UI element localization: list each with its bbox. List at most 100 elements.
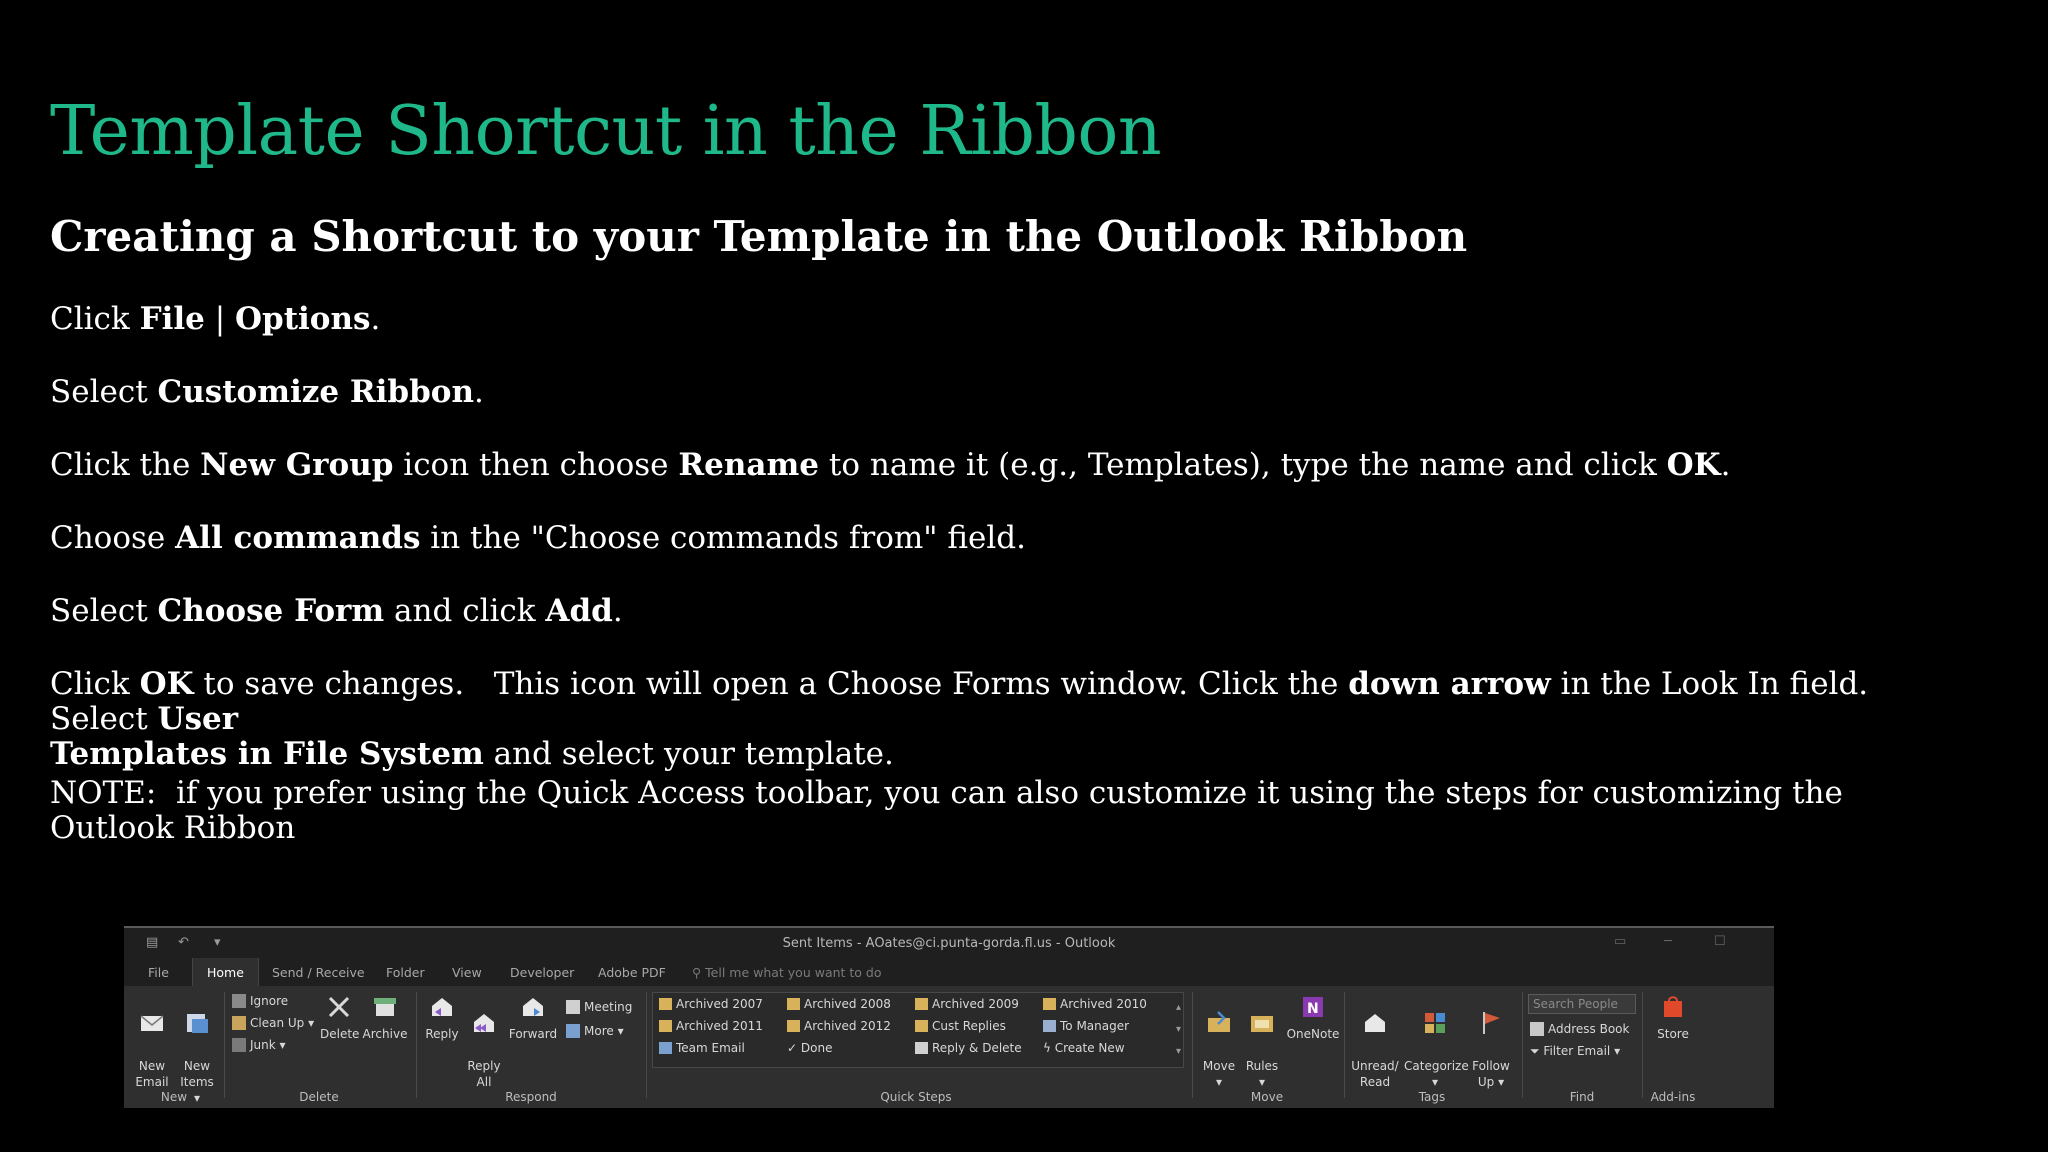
- tab-view[interactable]: View: [452, 965, 482, 980]
- group-find-label: Find: [1569, 1090, 1595, 1104]
- more-icon: [566, 1024, 580, 1038]
- tell-me-box[interactable]: ⚲ Tell me what you want to do: [692, 965, 882, 980]
- reply-button[interactable]: Reply: [422, 992, 462, 1042]
- rules-icon: [1251, 1016, 1273, 1032]
- separator: [416, 992, 417, 1098]
- step-choose-form: Select Choose Form and click Add.: [50, 593, 623, 629]
- quick-step-item[interactable]: ϟ Create New: [1043, 1041, 1125, 1055]
- filter-icon: ⏷: [1530, 1044, 1544, 1058]
- quick-step-item[interactable]: ✓ Done: [787, 1041, 832, 1055]
- step-new-group: Click the New Group icon then choose Ren…: [50, 447, 1731, 483]
- unread-read-label: Unread/ Read: [1351, 1059, 1399, 1089]
- tell-me-placeholder: Tell me what you want to do: [705, 965, 882, 980]
- reply-all-icon: [474, 1014, 494, 1032]
- reply-delete-icon: [915, 1042, 928, 1054]
- group-delete-label: Delete: [299, 1090, 339, 1104]
- new-email-icon: [140, 1015, 164, 1031]
- minimize-icon[interactable]: ─: [1664, 934, 1672, 949]
- quick-step-item[interactable]: Archived 2012: [787, 1019, 891, 1033]
- separator: [1344, 992, 1345, 1098]
- address-book-button[interactable]: Address Book: [1530, 1022, 1629, 1036]
- separator: [1522, 992, 1523, 1098]
- more-respond-button[interactable]: More ▾: [566, 1024, 624, 1038]
- quick-step-item[interactable]: Archived 2007: [659, 997, 763, 1011]
- onenote-label: OneNote: [1286, 1027, 1340, 1041]
- onenote-icon: N: [1303, 997, 1323, 1017]
- follow-up-button[interactable]: Follow Up ▾: [1468, 992, 1514, 1090]
- gallery-scroll-arrows[interactable]: ▴ ▾ ▾: [1176, 997, 1181, 1063]
- forward-button[interactable]: Forward: [508, 992, 558, 1042]
- search-people-input[interactable]: Search People: [1528, 994, 1636, 1014]
- move-icon: [1208, 1011, 1230, 1032]
- new-email-label: New Email: [135, 1059, 169, 1089]
- flag-icon: [1483, 1012, 1500, 1034]
- address-book-icon: [1530, 1022, 1544, 1036]
- archive-button[interactable]: Archive: [362, 992, 408, 1042]
- step-customize-ribbon: Select Customize Ribbon.: [50, 374, 484, 410]
- team-email-icon: [659, 1042, 672, 1054]
- maximize-icon[interactable]: ☐: [1714, 934, 1726, 949]
- slide-subtitle: Creating a Shortcut to your Template in …: [50, 212, 1468, 261]
- reply-all-button[interactable]: Reply All: [464, 992, 504, 1090]
- tab-home[interactable]: Home: [192, 958, 259, 986]
- store-icon: [1664, 996, 1682, 1017]
- forward-label: Forward: [508, 1027, 558, 1041]
- folder-icon: [659, 998, 672, 1010]
- new-items-icon: [187, 1014, 208, 1033]
- outlook-ribbon-screenshot: ▤ ↶ ▾ Sent Items - AOates@ci.punta-gorda…: [124, 926, 1774, 1108]
- folder-icon: [787, 1020, 800, 1032]
- quick-step-item[interactable]: Reply & Delete: [915, 1041, 1022, 1055]
- tab-file[interactable]: File: [148, 965, 169, 980]
- title-bar: ▤ ↶ ▾ Sent Items - AOates@ci.punta-gorda…: [124, 928, 1774, 958]
- categorize-icon: [1425, 1013, 1445, 1033]
- folder-icon: [659, 1020, 672, 1032]
- unread-read-button[interactable]: Unread/ Read: [1350, 992, 1400, 1090]
- meeting-button[interactable]: Meeting: [566, 1000, 632, 1014]
- new-items-button[interactable]: New Items ▾: [176, 992, 218, 1106]
- reply-label: Reply: [425, 1027, 459, 1041]
- move-label: Move ▾: [1202, 1059, 1236, 1089]
- move-button[interactable]: Move ▾: [1198, 992, 1240, 1090]
- categorize-label: Categorize ▾: [1404, 1059, 1469, 1089]
- quick-step-item[interactable]: Cust Replies: [915, 1019, 1006, 1033]
- archive-label: Archive: [362, 1027, 408, 1041]
- tab-adobe-pdf[interactable]: Adobe PDF: [598, 965, 666, 980]
- svg-text:N: N: [1307, 1001, 1319, 1017]
- delete-icon: [328, 996, 350, 1018]
- quick-step-item[interactable]: To Manager: [1043, 1019, 1129, 1033]
- ribbon-body: New Email New Items ▾ New Ignore Clean U…: [124, 986, 1774, 1108]
- window-title: Sent Items - AOates@ci.punta-gorda.fl.us…: [782, 936, 1116, 951]
- filter-email-button[interactable]: ⏷ Filter Email ▾: [1530, 1044, 1620, 1059]
- ignore-button[interactable]: Ignore: [232, 994, 288, 1008]
- junk-button[interactable]: Junk ▾: [232, 1038, 286, 1052]
- clean-up-button[interactable]: Clean Up ▾: [232, 1016, 314, 1030]
- new-email-button[interactable]: New Email: [132, 992, 172, 1090]
- onenote-button[interactable]: N OneNote: [1286, 992, 1340, 1042]
- clean-up-icon: [232, 1016, 246, 1030]
- tab-developer[interactable]: Developer: [510, 965, 574, 980]
- group-addins-label: Add-ins: [1650, 1090, 1696, 1104]
- forward-icon: [523, 998, 543, 1016]
- group-quick-steps-label: Quick Steps: [880, 1090, 952, 1104]
- tab-folder[interactable]: Folder: [386, 965, 425, 980]
- quick-step-item[interactable]: Archived 2011: [659, 1019, 763, 1033]
- rules-label: Rules ▾: [1245, 1059, 1279, 1089]
- store-button[interactable]: Store: [1650, 992, 1696, 1042]
- separator: [1192, 992, 1193, 1098]
- categorize-button[interactable]: Categorize ▾: [1404, 992, 1469, 1090]
- folder-icon: [915, 1020, 928, 1032]
- manager-icon: [1043, 1020, 1056, 1032]
- quick-step-item[interactable]: Archived 2008: [787, 997, 891, 1011]
- step-file-options: Click File | Options.: [50, 301, 381, 337]
- quick-step-item[interactable]: Archived 2010: [1043, 997, 1147, 1011]
- tab-send-receive[interactable]: Send / Receive: [272, 965, 365, 980]
- folder-icon: [1043, 998, 1056, 1010]
- delete-button[interactable]: Delete: [320, 992, 359, 1042]
- quick-step-item[interactable]: Archived 2009: [915, 997, 1019, 1011]
- reply-all-label: Reply All: [467, 1059, 501, 1089]
- ribbon-display-icon[interactable]: ▭: [1614, 934, 1626, 949]
- quick-step-item[interactable]: Team Email: [659, 1041, 745, 1055]
- lightbulb-icon: ⚲: [692, 965, 706, 980]
- rules-button[interactable]: Rules ▾: [1242, 992, 1282, 1090]
- store-label: Store: [1657, 1027, 1689, 1041]
